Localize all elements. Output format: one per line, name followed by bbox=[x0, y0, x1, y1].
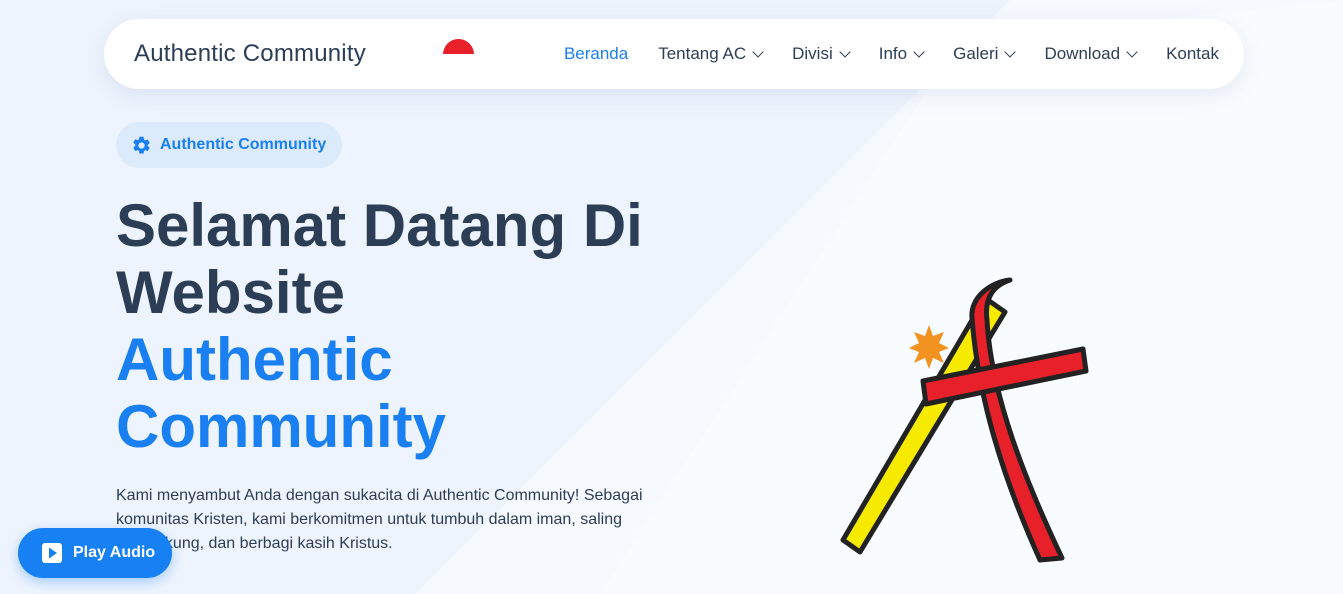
main-navbar: Authentic Community Beranda Tentang AC D… bbox=[104, 19, 1244, 89]
gear-icon bbox=[133, 136, 150, 154]
hero-title-accent-line: Community bbox=[116, 393, 446, 460]
indonesia-flag-icon[interactable] bbox=[443, 39, 474, 54]
hero-title-accent-line: Authentic bbox=[116, 326, 393, 393]
nav-item-label: Galeri bbox=[953, 44, 999, 63]
chevron-down-icon bbox=[752, 45, 764, 58]
nav-item-divisi[interactable]: Divisi bbox=[792, 44, 851, 64]
nav-item-tentang-ac[interactable]: Tentang AC bbox=[658, 44, 764, 64]
play-audio-label: Play Audio bbox=[73, 544, 156, 561]
hero-description: Kami menyambut Anda dengan sukacita di A… bbox=[116, 487, 643, 552]
hero-badge: Authentic Community bbox=[116, 122, 343, 168]
logo-red-stroke bbox=[969, 277, 1065, 563]
play-audio-button[interactable]: Play Audio bbox=[18, 528, 172, 578]
hero-title-line: Selamat Datang Di bbox=[116, 192, 643, 259]
nav-item-label: Kontak bbox=[1166, 44, 1219, 63]
authentic-community-logo bbox=[840, 277, 1089, 563]
nav-item-label: Tentang AC bbox=[658, 44, 747, 63]
chevron-down-icon bbox=[1004, 45, 1017, 58]
nav-item-galeri[interactable]: Galeri bbox=[953, 44, 1017, 64]
site-brand[interactable]: Authentic Community bbox=[134, 19, 366, 89]
chevron-down-icon bbox=[913, 45, 925, 58]
hero-badge-label: Authentic Community bbox=[160, 136, 327, 153]
nav-menu: Beranda Tentang AC Divisi Info Galeri Do… bbox=[564, 19, 1219, 89]
nav-item-label: Beranda bbox=[563, 44, 629, 63]
hero-title: Selamat Datang Di Website Authentic Comm… bbox=[116, 192, 643, 460]
nav-item-label: Download bbox=[1044, 44, 1121, 63]
play-icon bbox=[42, 543, 62, 563]
chevron-down-icon bbox=[839, 45, 851, 58]
chevron-down-icon bbox=[1126, 45, 1138, 58]
nav-item-info[interactable]: Info bbox=[878, 44, 925, 64]
nav-item-kontak[interactable]: Kontak bbox=[1166, 44, 1219, 64]
logo-star bbox=[909, 325, 949, 369]
nav-item-label: Info bbox=[878, 44, 908, 63]
nav-item-label: Divisi bbox=[792, 44, 833, 63]
hero-title-line: Website bbox=[116, 259, 345, 326]
nav-item-download[interactable]: Download bbox=[1044, 44, 1138, 64]
nav-item-beranda[interactable]: Beranda bbox=[564, 44, 628, 64]
